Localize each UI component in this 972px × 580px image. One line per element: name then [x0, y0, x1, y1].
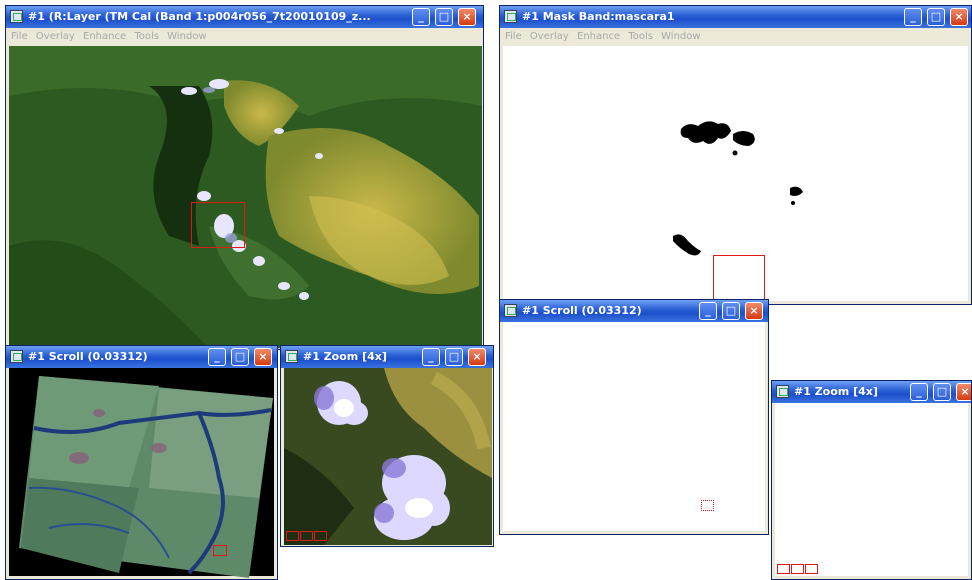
mask-window-title: #1 Mask Band:mascara1: [522, 10, 675, 23]
app-icon: [504, 10, 517, 23]
zoom-box-indicator[interactable]: [713, 255, 765, 303]
zoom-canvas[interactable]: [284, 368, 492, 545]
image-window-titlebar[interactable]: #1 (R:Layer (TM Cal (Band 1:p004r056_7t2…: [6, 6, 483, 28]
zoom-image: [284, 368, 492, 545]
mask-window: #1 Mask Band:mascara1 _ □ × File Overlay…: [499, 5, 972, 305]
zoom-canvas[interactable]: [775, 403, 968, 576]
mask-window-titlebar[interactable]: #1 Mask Band:mascara1 _ □ ×: [500, 6, 971, 28]
menu-enhance[interactable]: Enhance: [577, 31, 620, 42]
app-icon: [504, 304, 517, 317]
zoom-window-title: #1 Zoom [4x]: [794, 385, 878, 398]
satellite-image: [9, 46, 482, 348]
minimize-button[interactable]: _: [699, 302, 717, 320]
zoom-window-title: #1 Zoom [4x]: [303, 350, 387, 363]
mask-canvas[interactable]: [503, 46, 968, 303]
minimize-button[interactable]: _: [910, 383, 928, 401]
scroll-window-title: #1 Scroll (0.03312): [522, 304, 642, 317]
menu-tools[interactable]: Tools: [134, 31, 159, 42]
menu-overlay[interactable]: Overlay: [36, 31, 75, 42]
close-button[interactable]: ×: [254, 348, 272, 366]
menu-tools[interactable]: Tools: [628, 31, 653, 42]
scroll-window-left: #1 Scroll (0.03312) _ □ ×: [5, 345, 278, 580]
minimize-button[interactable]: _: [412, 8, 430, 26]
scroll-window-title: #1 Scroll (0.03312): [28, 350, 148, 363]
scroll-canvas[interactable]: [9, 368, 274, 578]
app-icon: [10, 10, 23, 23]
zoom-out-icon[interactable]: [777, 564, 790, 574]
zoom-controls[interactable]: [777, 564, 822, 574]
menu-enhance[interactable]: Enhance: [83, 31, 126, 42]
zoom-out-icon[interactable]: [286, 531, 299, 541]
close-button[interactable]: ×: [468, 348, 486, 366]
close-button[interactable]: ×: [745, 302, 763, 320]
maximize-button[interactable]: □: [933, 383, 951, 401]
scene-overview-image: [19, 376, 273, 578]
app-icon: [776, 385, 789, 398]
maximize-button[interactable]: □: [927, 8, 945, 26]
menu-file[interactable]: File: [505, 31, 522, 42]
scroll-canvas[interactable]: [503, 322, 765, 531]
menu-window[interactable]: Window: [167, 31, 206, 42]
crosshair-toggle-icon[interactable]: [805, 564, 818, 574]
minimize-button[interactable]: _: [422, 348, 440, 366]
zoom-window-titlebar[interactable]: #1 Zoom [4x] _ □ ×: [772, 381, 971, 403]
viewport-indicator[interactable]: [701, 500, 714, 511]
maximize-button[interactable]: □: [722, 302, 740, 320]
viewport-indicator[interactable]: [213, 545, 227, 556]
maximize-button[interactable]: □: [435, 8, 453, 26]
zoom-in-icon[interactable]: [791, 564, 804, 574]
zoom-window-left: #1 Zoom [4x] _ □ ×: [280, 345, 494, 547]
zoom-window-right: #1 Zoom [4x] _ □ ×: [771, 380, 972, 580]
maximize-button[interactable]: □: [445, 348, 463, 366]
maximize-button[interactable]: □: [231, 348, 249, 366]
app-icon: [285, 350, 298, 363]
close-button[interactable]: ×: [458, 8, 476, 26]
zoom-box-indicator[interactable]: [191, 202, 245, 248]
image-window-title: #1 (R:Layer (TM Cal (Band 1:p004r056_7t2…: [28, 10, 371, 23]
crosshair-toggle-icon[interactable]: [314, 531, 327, 541]
scroll-window-titlebar[interactable]: #1 Scroll (0.03312) _ □ ×: [6, 346, 277, 368]
menu-overlay[interactable]: Overlay: [530, 31, 569, 42]
app-icon: [10, 350, 23, 363]
menu-window[interactable]: Window: [661, 31, 700, 42]
menu-file[interactable]: File: [11, 31, 28, 42]
image-window: #1 (R:Layer (TM Cal (Band 1:p004r056_7t2…: [5, 5, 484, 350]
scroll-window-right: #1 Scroll (0.03312) _ □ ×: [499, 299, 769, 535]
mask-window-menubar: File Overlay Enhance Tools Window: [500, 28, 971, 46]
image-window-menubar: File Overlay Enhance Tools Window: [6, 28, 483, 46]
zoom-window-titlebar[interactable]: #1 Zoom [4x] _ □ ×: [281, 346, 493, 368]
close-button[interactable]: ×: [950, 8, 968, 26]
minimize-button[interactable]: _: [208, 348, 226, 366]
minimize-button[interactable]: _: [904, 8, 922, 26]
close-button[interactable]: ×: [956, 383, 971, 401]
scroll-window-titlebar[interactable]: #1 Scroll (0.03312) _ □ ×: [500, 300, 768, 322]
zoom-in-icon[interactable]: [300, 531, 313, 541]
zoom-controls[interactable]: [286, 531, 331, 541]
image-canvas[interactable]: [9, 46, 482, 348]
